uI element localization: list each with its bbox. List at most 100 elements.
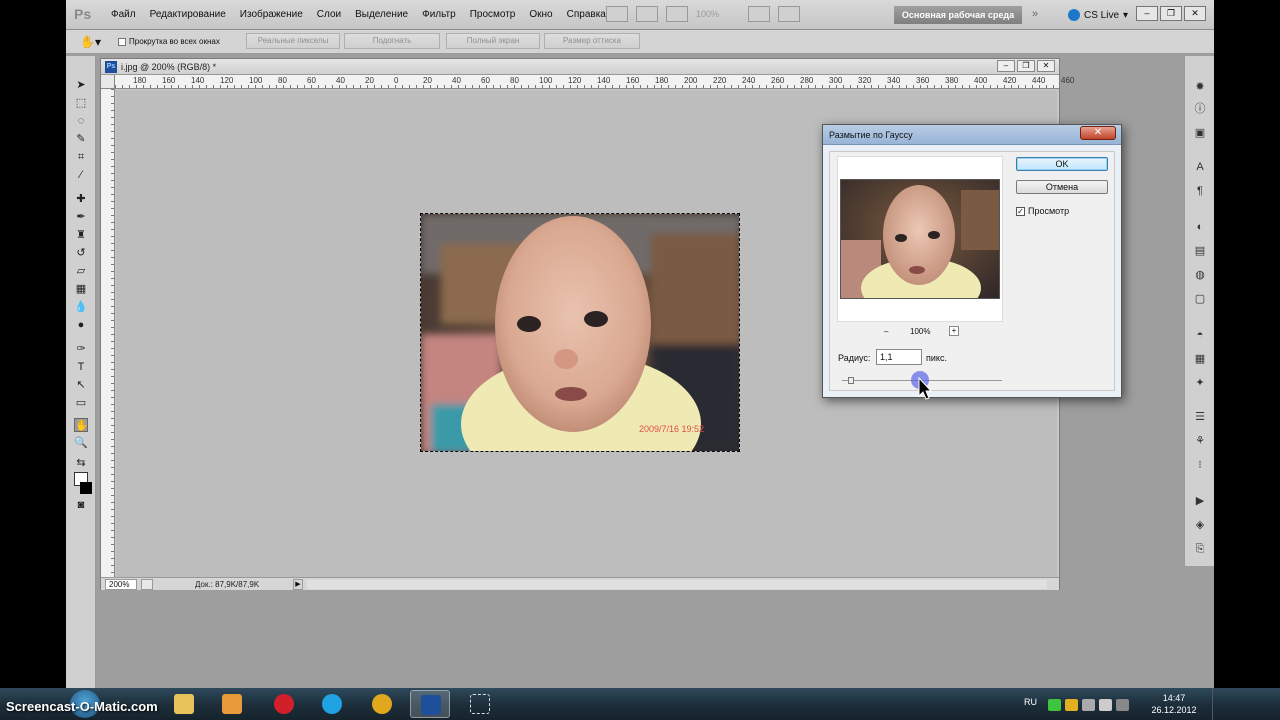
mini-bridge-icon[interactable] [636, 6, 658, 22]
crop-tool-icon[interactable]: ⌗ [74, 150, 88, 164]
layer-comps-icon[interactable]: ☰ [1193, 410, 1207, 424]
vertical-ruler[interactable] [101, 89, 115, 577]
horizontal-ruler[interactable]: 180 160 140 120 100 80 60 40 20 0 20 40 60 80 100 120 14… [115, 75, 1074, 89]
preview-image[interactable] [840, 179, 1000, 299]
character-panel-icon[interactable]: A [1193, 160, 1207, 174]
gradient-tool-icon[interactable]: ▦ [74, 282, 88, 296]
clone-source-icon[interactable]: ⚘ [1193, 434, 1207, 448]
taskbar-chrome[interactable] [362, 690, 402, 718]
radius-input[interactable]: 1,1 [876, 349, 922, 365]
zoom-in-button[interactable]: + [949, 326, 959, 336]
quick-mask-icon[interactable]: ◙ [74, 498, 88, 512]
taskbar-photoshop[interactable] [410, 690, 450, 718]
cs-live-menu[interactable]: CS Live ▾ [1068, 9, 1128, 21]
zoom-out-button[interactable]: – [884, 327, 888, 336]
menu-window[interactable]: Окно [522, 9, 559, 20]
document-tab[interactable]: Ps i.jpg @ 200% (RGB/8) * – ❐ ✕ [101, 59, 1059, 75]
taskbar-clock[interactable]: 14:47 26.12.2012 [1146, 692, 1202, 716]
horizontal-scrollbar[interactable] [307, 580, 1047, 589]
pen-tool-icon[interactable]: ✑ [74, 342, 88, 356]
navigator-panel-icon[interactable]: ✸ [1193, 80, 1207, 94]
history-brush-tool-icon[interactable]: ↺ [74, 246, 88, 260]
status-menu-arrow-icon[interactable]: ▶ [293, 579, 303, 590]
doc-restore-icon[interactable]: ❐ [1017, 60, 1035, 72]
animation-panel-icon[interactable]: ▶ [1193, 494, 1207, 508]
dialog-titlebar[interactable]: Размытие по Гауссу ✕ [823, 125, 1121, 145]
minimize-icon[interactable]: – [1136, 6, 1158, 21]
masks-panel-icon[interactable]: ▢ [1193, 292, 1207, 306]
quick-select-tool-icon[interactable]: ✎ [74, 132, 88, 146]
brush-presets-icon[interactable]: ⁝ [1193, 458, 1207, 472]
eraser-tool-icon[interactable]: ▱ [74, 264, 88, 278]
ruler-origin[interactable] [101, 75, 115, 89]
menu-view[interactable]: Просмотр [463, 9, 523, 20]
extras-icon[interactable] [666, 6, 688, 22]
restore-icon[interactable]: ❐ [1160, 6, 1182, 21]
swatches-panel-icon[interactable]: ▤ [1193, 244, 1207, 258]
more-workspaces-chevron[interactable]: » [1032, 8, 1038, 20]
dialog-close-button[interactable]: ✕ [1080, 126, 1116, 140]
eyedropper-tool-icon[interactable]: ∕ [74, 168, 88, 182]
cancel-button[interactable]: Отмена [1016, 180, 1108, 194]
actions-panel-icon[interactable]: ✦ [1193, 376, 1207, 390]
ok-button[interactable]: OK [1016, 157, 1108, 171]
histogram-panel-icon[interactable]: ▣ [1193, 126, 1207, 140]
menu-edit[interactable]: Редактирование [143, 9, 233, 20]
move-tool-icon[interactable]: ➤ [74, 78, 88, 92]
menu-filter[interactable]: Фильтр [415, 9, 463, 20]
fit-screen-button[interactable]: Подогнать [344, 33, 440, 49]
zoom-level-combo[interactable]: 100% [696, 9, 740, 19]
doc-close-icon[interactable]: ✕ [1037, 60, 1055, 72]
flag-icon[interactable] [1116, 699, 1129, 711]
language-indicator[interactable]: RU [1024, 697, 1037, 707]
layers-panel-icon[interactable]: ◈ [1193, 518, 1207, 532]
volume-icon[interactable] [1082, 699, 1095, 711]
hand-tool-preset-icon[interactable]: ✋▾ [80, 35, 101, 49]
menu-image[interactable]: Изображение [233, 9, 310, 20]
healing-brush-tool-icon[interactable]: ✚ [74, 192, 88, 206]
network-icon[interactable] [1099, 699, 1112, 711]
taskbar-explorer[interactable] [164, 690, 204, 718]
baby-photo-selection[interactable]: 2009/7/16 19:52 [420, 213, 740, 452]
dodge-tool-icon[interactable]: ● [74, 318, 88, 332]
workspace-button[interactable]: Основная рабочая среда [894, 6, 1022, 24]
fill-screen-button[interactable]: Полный экран [446, 33, 540, 49]
actual-pixels-button[interactable]: Реальные пикселы [246, 33, 340, 49]
scroll-all-windows-checkbox[interactable]: Прокрутка во всех окнах [118, 37, 220, 46]
doc-minimize-icon[interactable]: – [997, 60, 1015, 72]
status-preview-icon[interactable] [141, 579, 153, 590]
brush-tool-icon[interactable]: ✒ [74, 210, 88, 224]
clone-stamp-tool-icon[interactable]: ♜ [74, 228, 88, 242]
type-tool-icon[interactable]: T [74, 360, 88, 374]
path-select-tool-icon[interactable]: ↖ [74, 378, 88, 392]
preview-checkbox[interactable]: ✓ Просмотр [1016, 206, 1069, 216]
bridge-icon[interactable] [606, 6, 628, 22]
background-color-swatch[interactable] [80, 482, 92, 494]
taskbar-skype[interactable] [312, 690, 352, 718]
menu-select[interactable]: Выделение [348, 9, 415, 20]
taskbar-media-player[interactable] [212, 690, 252, 718]
paragraph-panel-icon[interactable]: ¶ [1193, 184, 1207, 198]
close-icon[interactable]: ✕ [1184, 6, 1206, 21]
filter-preview[interactable] [837, 156, 1003, 322]
slider-thumb[interactable] [848, 377, 854, 384]
paths-panel-icon[interactable]: ⎘ [1193, 542, 1207, 556]
tray-warning-icon[interactable] [1065, 699, 1078, 711]
color-panel-icon[interactable]: ◐ [1193, 220, 1207, 234]
adjustments-panel-icon[interactable]: ◓ [1193, 328, 1207, 342]
hand-tool-icon[interactable]: ✋ [74, 418, 89, 432]
grid-panel-icon[interactable]: ▦ [1193, 352, 1207, 366]
menu-layers[interactable]: Слои [310, 9, 348, 20]
menu-help[interactable]: Справка [560, 9, 613, 20]
taskbar-opera[interactable] [264, 690, 304, 718]
zoom-tool-icon[interactable]: 🔍 [74, 436, 88, 450]
print-size-button[interactable]: Размер оттиска [544, 33, 640, 49]
marquee-tool-icon[interactable]: ⬚ [74, 96, 88, 110]
shape-tool-icon[interactable]: ▭ [74, 396, 88, 410]
show-desktop-button[interactable] [1212, 688, 1226, 720]
swap-colors-icon[interactable]: ⇆ [74, 456, 88, 470]
info-panel-icon[interactable]: ⓘ [1193, 102, 1207, 116]
screen-mode-icon[interactable] [778, 6, 800, 22]
status-zoom-field[interactable]: 200% [105, 579, 137, 590]
lasso-tool-icon[interactable]: ◌ [74, 114, 88, 128]
